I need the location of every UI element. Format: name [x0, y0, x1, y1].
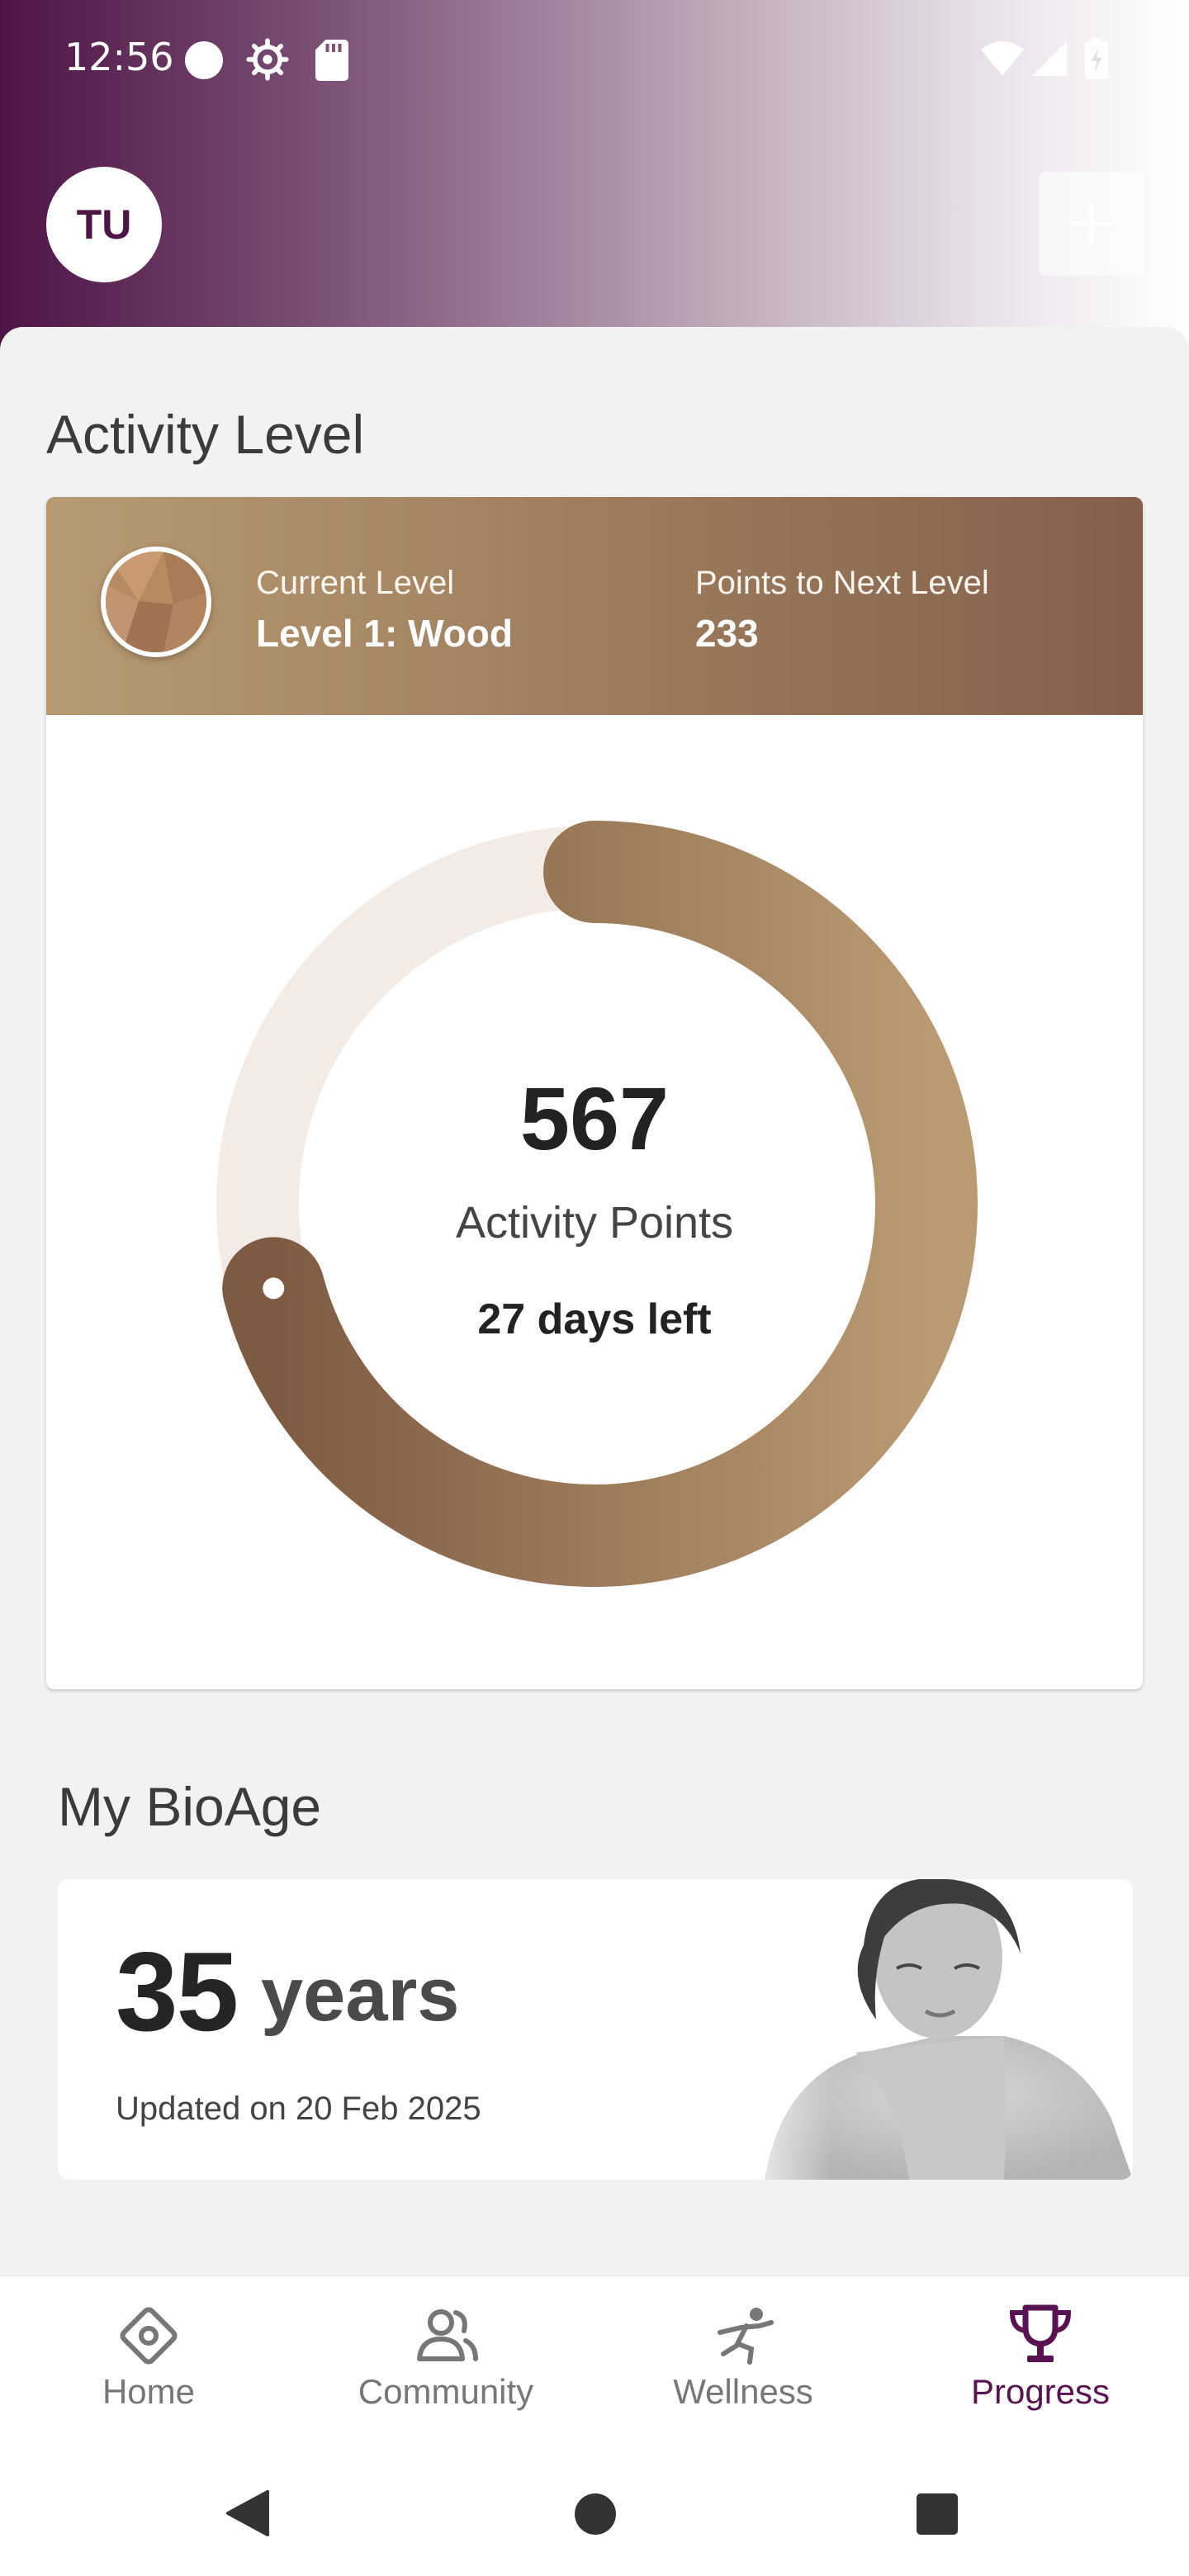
- notification-dot-icon: [185, 41, 223, 79]
- battery-icon: [1085, 38, 1108, 79]
- days-left-label: 27 days left: [477, 1295, 712, 1343]
- home-circle-icon[interactable]: [573, 2492, 618, 2536]
- signal-icon: [1032, 41, 1067, 76]
- next-level-label: Points to Next Level: [695, 565, 989, 601]
- nav-community-label: Community: [358, 2372, 534, 2411]
- nav-progress[interactable]: Progress: [892, 2276, 1189, 2451]
- back-triangle-icon[interactable]: [223, 2488, 272, 2538]
- community-people-icon: [417, 2309, 478, 2361]
- bioage-value: 35: [116, 1929, 239, 2054]
- bioage-section-title: My BioAge: [58, 1776, 322, 1837]
- trophy-icon: [1009, 2304, 1072, 2362]
- sd-card-icon: [315, 40, 348, 81]
- current-level-label: Current Level: [256, 565, 455, 601]
- bioage-card[interactable]: 35 years Updated on 20 Feb 2025: [58, 1879, 1133, 2180]
- activity-section-title: Activity Level: [46, 404, 365, 465]
- add-button[interactable]: [1039, 172, 1144, 276]
- next-level-value: 233: [695, 612, 759, 655]
- bioage-woman-photo: [732, 1879, 1133, 2180]
- activity-points-value: 567: [519, 1068, 670, 1168]
- recents-square-icon[interactable]: [915, 2492, 959, 2536]
- nav-home[interactable]: Home: [0, 2276, 297, 2451]
- bioage-unit: years: [261, 1953, 460, 2037]
- level-banner: Current Level Level 1: Wood Points to Ne…: [46, 497, 1143, 715]
- wellness-runner-icon: [718, 2308, 774, 2365]
- avatar-initials: TU: [76, 201, 132, 248]
- bottom-navigation: Home Community Wellness Progress: [0, 2275, 1189, 2451]
- nav-home-label: Home: [102, 2372, 196, 2411]
- system-navigation-bar: [0, 2451, 1189, 2576]
- wood-level-badge-icon: [101, 547, 211, 657]
- status-time: 12:56: [64, 35, 174, 79]
- bioage-updated-date: Updated on 20 Feb 2025: [116, 2091, 481, 2127]
- nav-wellness-label: Wellness: [673, 2372, 813, 2411]
- home-diamond-icon: [120, 2307, 178, 2365]
- wifi-icon: [981, 41, 1024, 76]
- avatar[interactable]: TU: [46, 167, 162, 282]
- current-level-value: Level 1: Wood: [256, 612, 513, 655]
- nav-progress-label: Progress: [970, 2372, 1111, 2411]
- nav-wellness[interactable]: Wellness: [594, 2276, 892, 2451]
- nav-community[interactable]: Community: [297, 2276, 594, 2451]
- plus-icon: [1070, 202, 1113, 245]
- status-bar: 12:56: [0, 0, 1189, 119]
- activity-points-label: Activity Points: [455, 1198, 734, 1248]
- gear-icon: [246, 38, 289, 81]
